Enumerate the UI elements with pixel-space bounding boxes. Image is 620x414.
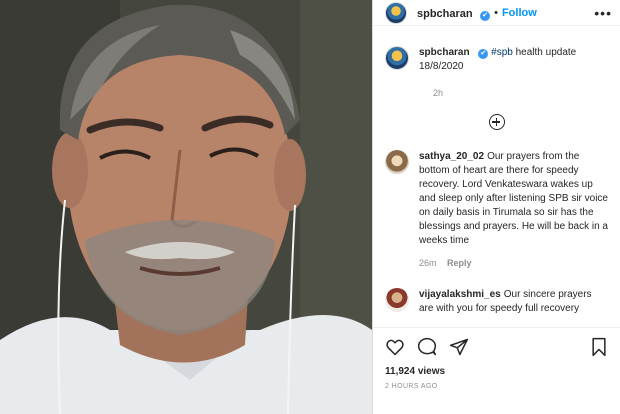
comment-text: vijayalakshmi_es Our sincere prayers are … [419, 288, 608, 316]
action-icons [385, 336, 608, 358]
comments-list[interactable]: spbcharan ✔ #spb health update 18/8/2020… [373, 46, 620, 324]
post-actions: 11,924 views 2 HOURS AGO [373, 327, 620, 390]
caption-avatar[interactable] [385, 46, 409, 70]
video-frame [0, 0, 372, 414]
post-header: spbcharan ✔ • Follow ••• [373, 0, 620, 26]
follow-button[interactable]: Follow [502, 7, 537, 19]
more-options-icon[interactable]: ••• [594, 5, 612, 21]
views-count[interactable]: 11,924 views [385, 366, 608, 377]
comment-username[interactable]: vijayalakshmi_es [419, 289, 501, 300]
share-icon[interactable] [449, 337, 469, 357]
avatar[interactable] [385, 1, 407, 24]
caption-hashtag[interactable]: #spb [491, 47, 513, 58]
post-media[interactable] [0, 0, 372, 414]
caption-body: health update [512, 47, 577, 58]
separator-dot: • [494, 6, 498, 19]
comment-icon[interactable] [417, 337, 437, 357]
comment-avatar[interactable] [385, 288, 409, 312]
add-comment-icon[interactable] [488, 114, 505, 130]
comment-meta: 26m Reply [419, 258, 608, 268]
post-username[interactable]: spbcharan ✔ [417, 4, 491, 22]
verified-icon: ✔ [478, 49, 489, 59]
verified-icon: ✔ [480, 10, 491, 21]
bookmark-icon[interactable] [590, 337, 608, 357]
post-panel: spbcharan ✔ • Follow ••• spbcharan ✔ #sp… [372, 0, 620, 414]
list-item: sathya_20_02 Our prayers from the bottom … [385, 150, 608, 268]
heart-icon[interactable] [385, 337, 405, 357]
comment-text: sathya_20_02 Our prayers from the bottom … [419, 150, 608, 248]
list-item: vijayalakshmi_es Our sincere prayers are … [385, 288, 608, 316]
caption-time: 2h [433, 88, 444, 98]
reply-button[interactable]: Reply [447, 258, 472, 268]
comment-time: 26m [419, 258, 437, 268]
post-timestamp: 2 HOURS AGO [385, 383, 438, 390]
username-label[interactable]: spbcharan [417, 8, 473, 20]
caption-text: spbcharan ✔ #spb health update 18/8/2020 [419, 46, 576, 74]
comment-body: Our prayers from the bottom of heart are… [419, 151, 608, 246]
comment-avatar[interactable] [385, 150, 409, 174]
comment-username[interactable]: sathya_20_02 [419, 151, 484, 162]
caption-username[interactable]: spbcharan [419, 47, 470, 58]
caption-date: 18/8/2020 [419, 61, 464, 72]
caption: spbcharan ✔ #spb health update 18/8/2020 [385, 46, 608, 74]
